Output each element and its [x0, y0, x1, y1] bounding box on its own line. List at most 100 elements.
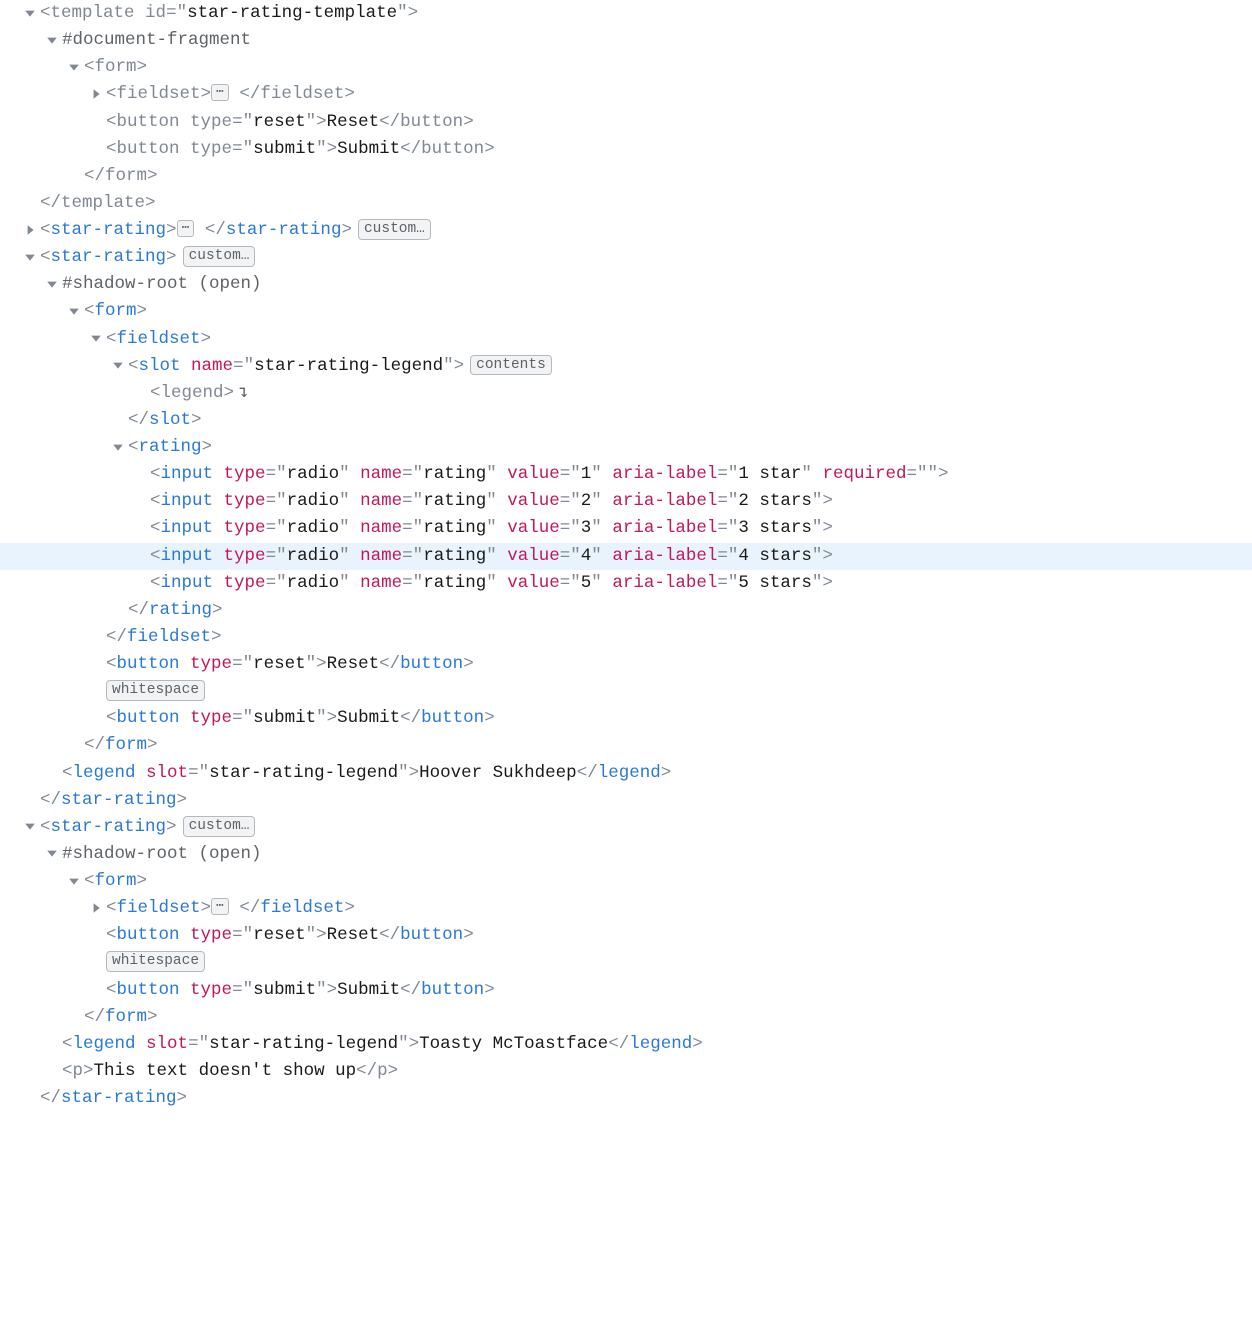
caret-down-icon[interactable] — [46, 34, 58, 46]
dom-row[interactable]: <legend slot="star-rating-legend">Hoover… — [0, 760, 1252, 787]
dom-row[interactable]: <button type="reset">Reset</button> — [0, 109, 1252, 136]
dom-row[interactable]: <star-rating>⋯ </star-rating>custom… — [0, 217, 1252, 244]
dom-row[interactable]: whitespace — [0, 678, 1252, 705]
attr-value: rating — [423, 518, 486, 538]
dom-row[interactable]: <slot name="star-rating-legend">contents — [0, 353, 1252, 380]
tag-name: fieldset — [117, 329, 201, 349]
dom-row[interactable]: <input type="radio" name="rating" value=… — [0, 515, 1252, 542]
dom-row[interactable]: <template id="star-rating-template"> — [0, 0, 1252, 27]
dom-row[interactable]: </rating> — [0, 597, 1252, 624]
caret-right-icon[interactable] — [24, 224, 36, 236]
dom-row[interactable]: <star-rating>custom… — [0, 814, 1252, 841]
tag-name: fieldset — [260, 84, 344, 104]
caret-down-icon[interactable] — [112, 441, 124, 453]
dom-row[interactable]: <button type="submit">Submit</button> — [0, 977, 1252, 1004]
ellipsis-badge[interactable]: ⋯ — [211, 84, 229, 101]
caret-down-icon[interactable] — [24, 251, 36, 263]
document-fragment: #document-fragment — [62, 30, 251, 50]
dom-row[interactable]: </star-rating> — [0, 787, 1252, 814]
attr-name: value — [507, 546, 560, 566]
caret-down-icon[interactable] — [46, 847, 58, 859]
dom-row[interactable]: #document-fragment — [0, 27, 1252, 54]
custom-element-badge[interactable]: custom… — [183, 816, 256, 837]
caret-down-icon[interactable] — [90, 332, 102, 344]
attr-name: name — [360, 573, 402, 593]
caret-down-icon[interactable] — [46, 278, 58, 290]
dom-row[interactable]: </form> — [0, 1004, 1252, 1031]
tag-name: legend — [629, 1034, 692, 1054]
row-content: </form> — [84, 732, 158, 759]
dom-row[interactable]: <input type="radio" name="rating" value=… — [0, 543, 1252, 570]
tag-name: star-rating — [51, 817, 167, 837]
dom-row[interactable]: <star-rating>custom… — [0, 244, 1252, 271]
dom-row[interactable]: </fieldset> — [0, 624, 1252, 651]
caret-down-icon[interactable] — [68, 61, 80, 73]
dom-row[interactable]: <button type="submit">Submit</button> — [0, 136, 1252, 163]
dom-row[interactable]: <button type="reset">Reset</button> — [0, 651, 1252, 678]
text-content: Toasty McToastface — [419, 1034, 608, 1054]
custom-element-badge[interactable]: custom… — [183, 246, 256, 267]
caret-right-icon[interactable] — [90, 88, 102, 100]
dom-row[interactable]: <fieldset> — [0, 326, 1252, 353]
dom-row[interactable]: </template> — [0, 190, 1252, 217]
tag-name: template — [61, 193, 145, 213]
attr-value: radio — [287, 546, 340, 566]
row-content: <input type="radio" name="rating" value=… — [150, 461, 949, 488]
attr-value: 1 — [581, 464, 592, 484]
attr-value: radio — [287, 491, 340, 511]
dom-row[interactable]: <form> — [0, 54, 1252, 81]
dom-row[interactable]: #shadow-root (open) — [0, 271, 1252, 298]
dom-row[interactable]: <button type="submit">Submit</button> — [0, 705, 1252, 732]
dom-row[interactable]: <p>This text doesn't show up</p> — [0, 1058, 1252, 1085]
ellipsis-badge[interactable]: ⋯ — [177, 220, 195, 237]
dom-row[interactable]: <input type="radio" name="rating" value=… — [0, 461, 1252, 488]
caret-right-icon[interactable] — [90, 902, 102, 914]
attr-value: 1 star — [738, 464, 801, 484]
caret-down-icon[interactable] — [112, 359, 124, 371]
text-content: Reset — [327, 925, 380, 945]
dom-row[interactable]: </star-rating> — [0, 1085, 1252, 1112]
dom-row[interactable]: <button type="reset">Reset</button> — [0, 922, 1252, 949]
dom-row[interactable]: <legend slot="star-rating-legend">Toasty… — [0, 1031, 1252, 1058]
dom-row[interactable]: </form> — [0, 163, 1252, 190]
attr-name: type — [190, 139, 232, 159]
dom-row[interactable]: </form> — [0, 732, 1252, 759]
dom-row[interactable]: <input type="radio" name="rating" value=… — [0, 570, 1252, 597]
dom-row[interactable]: </slot> — [0, 407, 1252, 434]
dom-row[interactable]: <form> — [0, 298, 1252, 325]
tag-name: form — [105, 735, 147, 755]
attr-name: type — [224, 546, 266, 566]
dom-row[interactable]: <form> — [0, 868, 1252, 895]
tag-name: template — [51, 3, 135, 23]
row-content: </form> — [84, 163, 158, 190]
dom-row[interactable]: <fieldset>⋯ </fieldset> — [0, 81, 1252, 108]
row-content: </template> — [40, 190, 156, 217]
dom-row[interactable]: <legend>↴ — [0, 380, 1252, 407]
caret-down-icon[interactable] — [24, 7, 36, 19]
tag-name: form — [95, 871, 137, 891]
attr-name: type — [190, 925, 232, 945]
row-content: </rating> — [128, 597, 223, 624]
attr-name: aria-label — [612, 491, 717, 511]
attr-name: id — [145, 3, 166, 23]
dom-row[interactable]: #shadow-root (open) — [0, 841, 1252, 868]
tag-name: fieldset — [117, 84, 201, 104]
caret-down-icon[interactable] — [68, 305, 80, 317]
tag-name: star-rating — [51, 220, 167, 240]
row-content: <input type="radio" name="rating" value=… — [150, 488, 833, 515]
caret-down-icon[interactable] — [24, 820, 36, 832]
dom-row[interactable]: <input type="radio" name="rating" value=… — [0, 488, 1252, 515]
attr-value: radio — [287, 573, 340, 593]
dom-row[interactable]: <rating> — [0, 434, 1252, 461]
dom-row[interactable]: <fieldset>⋯ </fieldset> — [0, 895, 1252, 922]
attr-name: type — [190, 708, 232, 728]
ellipsis-badge[interactable]: ⋯ — [211, 898, 229, 915]
custom-element-badge[interactable]: contents — [470, 355, 552, 376]
dom-tree[interactable]: <template id="star-rating-template"> #doc… — [0, 0, 1252, 1112]
caret-down-icon[interactable] — [68, 875, 80, 887]
tag-name: input — [161, 491, 214, 511]
row-content: <legend slot="star-rating-legend">Toasty… — [62, 1031, 703, 1058]
tag-name: form — [95, 301, 137, 321]
custom-element-badge[interactable]: custom… — [358, 219, 431, 240]
dom-row[interactable]: whitespace — [0, 949, 1252, 976]
